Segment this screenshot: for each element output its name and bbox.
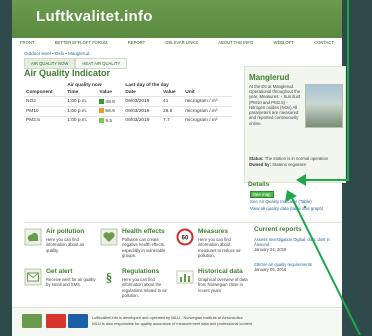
tile-title: Historical data bbox=[198, 268, 243, 275]
tile-title: Get alert bbox=[46, 268, 73, 275]
status-swatch-icon bbox=[99, 118, 105, 124]
svg-text:§: § bbox=[106, 270, 113, 285]
cell-component: PM10 bbox=[24, 105, 66, 117]
site-logo[interactable]: Luftkvalitet.info bbox=[36, 8, 153, 25]
nav-webloft[interactable]: WEBLOFT bbox=[274, 40, 294, 50]
table-row: PM10 1:00 p.m. 58.9 09/03/2019 26.5 micr… bbox=[24, 105, 232, 117]
cell-time: 1:00 p.m. bbox=[65, 96, 98, 107]
cell-value-day: 41 bbox=[161, 96, 184, 107]
cell-unit: microgram / m³ bbox=[183, 96, 232, 107]
heart-icon bbox=[100, 228, 118, 246]
tile-get-alert[interactable]: Get alert Receive alert for air quality … bbox=[24, 268, 96, 302]
nav-contact[interactable]: CONTACT bbox=[314, 40, 334, 50]
breadcrumb[interactable]: Outdoor level • Oslo • Manglerud bbox=[24, 51, 89, 56]
col-date: Date bbox=[125, 90, 136, 95]
cell-unit: microgram / m³ bbox=[183, 105, 232, 117]
status-swatch-icon bbox=[99, 108, 105, 114]
station-photo bbox=[305, 84, 343, 128]
cell-component: PM2.5 bbox=[24, 115, 66, 126]
station-title: Manglerud bbox=[249, 73, 290, 82]
details-title: Details bbox=[248, 181, 270, 188]
col-component: Component bbox=[26, 90, 53, 95]
paragraph-icon: § bbox=[106, 270, 113, 285]
nav-report[interactable]: REPORT bbox=[128, 40, 145, 50]
col-unit: Unit bbox=[185, 90, 195, 95]
see-map-link[interactable]: See map bbox=[250, 191, 274, 198]
site-header: Luftkvalitet.info bbox=[12, 0, 342, 38]
station-status: Status: The station is in normal operati… bbox=[249, 156, 329, 167]
guide-arrow-diagonal-icon bbox=[285, 190, 361, 335]
cell-time: 1:00 p.m. bbox=[65, 115, 98, 126]
guide-arrow-line bbox=[304, 179, 349, 181]
cell-date: 09/03/2019 bbox=[123, 96, 162, 107]
page-title: Air Quality Indicator bbox=[24, 68, 111, 78]
station-panel: Manglerud At the E6 at Manglerud. Operat… bbox=[244, 66, 346, 183]
main-nav: FRONT BETTER EFFLOFT FORUM REPORT DELSVA… bbox=[12, 40, 342, 50]
status-swatch-icon bbox=[99, 98, 105, 104]
table-header: Component Time Value Date Value Unit bbox=[24, 89, 232, 97]
group-header-day: Last day of the day bbox=[125, 83, 169, 88]
partner-logo[interactable] bbox=[46, 314, 66, 328]
chart-icon bbox=[176, 270, 194, 284]
nav-links[interactable]: DELSVAR LINKS bbox=[165, 40, 198, 50]
speed-sign-icon: 60 bbox=[176, 228, 194, 246]
col-value-now: Value bbox=[99, 90, 112, 95]
group-header-now: Air quality now bbox=[67, 83, 102, 88]
tile-historical-data[interactable]: Historical data Graphical overview of da… bbox=[176, 268, 248, 302]
tile-health-effects[interactable]: Health effects Pollution can create nega… bbox=[100, 228, 172, 262]
tile-title: Measures bbox=[198, 228, 228, 235]
cell-time: 1:00 p.m. bbox=[65, 105, 98, 117]
cell-date: 09/03/2019 bbox=[123, 115, 162, 126]
table-row: NO2 1:00 p.m. 48.8 09/03/2019 41 microgr… bbox=[24, 96, 232, 107]
tile-title: Air pollution bbox=[46, 228, 85, 235]
tile-air-pollution[interactable]: Air pollution Here you can find informat… bbox=[24, 228, 96, 262]
cloud-icon bbox=[24, 228, 42, 246]
nilu-logo[interactable] bbox=[68, 314, 88, 328]
tile-text: Receive alert for air quality by email a… bbox=[46, 277, 96, 288]
guide-arrow-line bbox=[347, 0, 349, 180]
email-icon bbox=[24, 268, 42, 286]
station-description: At the E6 at Manglerud. Operational thro… bbox=[249, 84, 301, 126]
cell-value-day: 7.7 bbox=[161, 115, 184, 126]
tile-text: Here you can find information about air … bbox=[46, 237, 85, 253]
tile-regulations[interactable]: § Regulations Here you can find informat… bbox=[100, 268, 172, 302]
cell-date: 09/03/2019 bbox=[123, 105, 162, 117]
col-time: Time bbox=[67, 90, 79, 95]
tile-title: Health effects bbox=[122, 228, 165, 235]
nav-forum[interactable]: BETTER EFFLOFT FORUM bbox=[55, 40, 108, 50]
tile-text: Here you can find information about meas… bbox=[198, 237, 241, 258]
tile-text: Pollution can create negative health eff… bbox=[122, 237, 166, 258]
cell-value-day: 26.5 bbox=[161, 105, 184, 117]
tile-text: Here you can find information about the … bbox=[122, 277, 167, 298]
table-row: PM2.5 1:00 p.m. 9.5 09/03/2019 7.7 micro… bbox=[24, 115, 232, 126]
col-value-day: Value bbox=[163, 90, 176, 95]
partner-logo[interactable] bbox=[22, 314, 42, 328]
guide-arrow-head-icon bbox=[296, 174, 306, 186]
tile-text: Graphical overview of data from Norwegia… bbox=[198, 277, 248, 293]
nav-front[interactable]: FRONT bbox=[20, 40, 34, 50]
cell-component: NO2 bbox=[24, 96, 66, 107]
cell-value-now: 58.9 bbox=[97, 105, 124, 117]
tile-title: Regulations bbox=[122, 268, 160, 275]
table-group-header: Air quality now Last day of the day bbox=[24, 82, 232, 89]
tile-measures[interactable]: 60 Measures Here you can find informatio… bbox=[176, 228, 248, 262]
cell-value-now: 9.5 bbox=[97, 115, 124, 126]
cell-unit: microgram / m³ bbox=[183, 115, 232, 126]
nav-about[interactable]: ABOUT THE INFO bbox=[218, 40, 253, 50]
svg-text:60: 60 bbox=[182, 236, 189, 242]
cell-value-now: 48.8 bbox=[97, 96, 124, 107]
air-quality-table: Air quality now Last day of the day Comp… bbox=[24, 82, 232, 126]
